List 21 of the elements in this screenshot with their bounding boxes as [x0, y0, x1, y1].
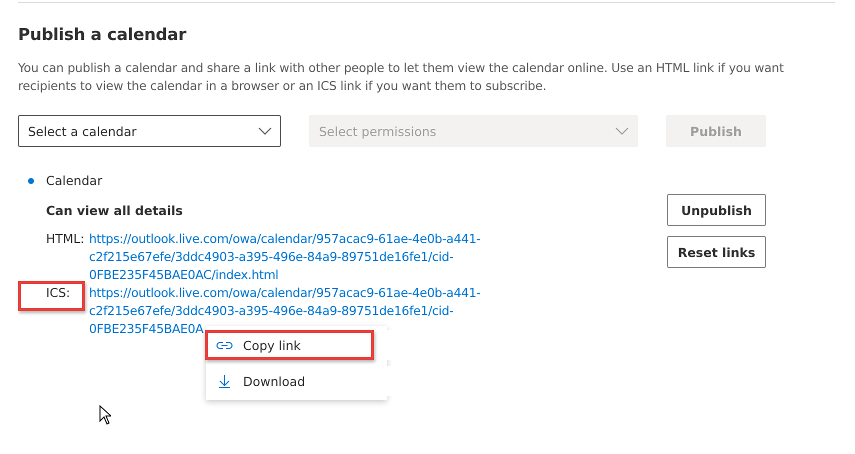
link-url[interactable]: c2f215e67efe/3ddc4903-a395-496e-84a9-89751de16fe1/cid-: [89, 248, 480, 266]
chevron-down-icon: [258, 127, 272, 135]
mouse-pointer-icon: [99, 405, 111, 425]
bullet-icon: [28, 178, 34, 184]
link-label: HTML:: [46, 231, 84, 248]
link-url[interactable]: https://outlook.live.com/owa/calendar/957acac9-61ae-4e0b-a441-: [89, 284, 480, 302]
link-label: ICS:: [46, 285, 70, 302]
link-icon: [216, 340, 233, 350]
download-icon: [216, 374, 233, 388]
permission-label: Can view all details: [46, 203, 184, 218]
link-url[interactable]: https://outlook.live.com/owa/calendar/957acac9-61ae-4e0b-a441-: [89, 230, 480, 248]
calendar-dropdown[interactable]: Select a calendar: [18, 115, 281, 147]
chevron-down-icon: [615, 127, 629, 135]
reset-links-button[interactable]: Reset links: [667, 236, 766, 268]
section-title: Publish a calendar: [18, 25, 188, 44]
description-text: You can publish a calendar and share a link with other people to let them view the calendar online. Use an HTML link if you want recipients to view the calendar in a browser or an ICS link if you want them to subscribe.: [18, 60, 785, 95]
link-url[interactable]: 0FBE235F45BAE0AC/index.html: [89, 266, 480, 284]
calendar-name: Calendar: [46, 173, 102, 188]
annotation-highlight: [18, 281, 85, 311]
link-url[interactable]: c2f215e67efe/3ddc4903-a395-496e-84a9-89751de16fe1/cid-: [89, 302, 480, 320]
unpublish-button[interactable]: Unpublish: [667, 194, 766, 226]
